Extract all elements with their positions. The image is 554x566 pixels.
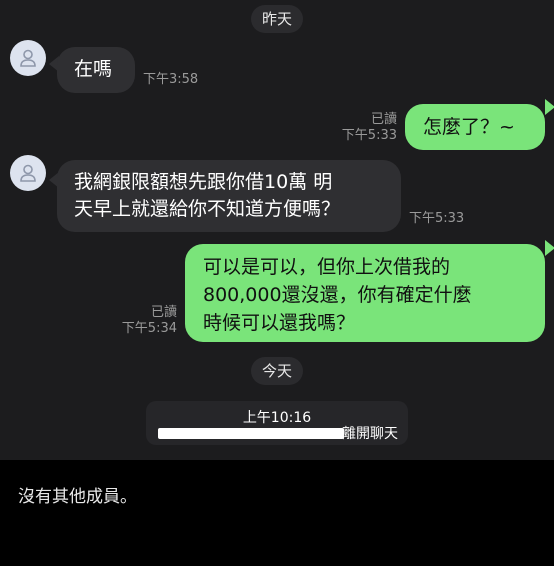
read-receipt: 已讀 bbox=[370, 112, 397, 127]
message-text-line: 可以是可以，但你上次借我的 bbox=[203, 256, 451, 278]
message-text: 在嗎 bbox=[74, 58, 113, 80]
avatar[interactable] bbox=[10, 40, 46, 76]
message-text-line: 時候可以還我嗎？ bbox=[203, 312, 356, 334]
system-notice: 上午10:16 離開聊天 bbox=[146, 401, 408, 445]
message-time: 下午5:34 bbox=[121, 321, 177, 336]
person-icon bbox=[20, 49, 36, 67]
message-time: 下午3:58 bbox=[143, 72, 199, 87]
message-text-line: 天早上就還給你不知道方便嗎？ bbox=[74, 198, 341, 220]
message-bubble-incoming[interactable]: 我網銀限額想先跟你借10萬 明 天早上就還給你不知道方便嗎？ bbox=[57, 160, 401, 232]
person-icon bbox=[20, 164, 36, 182]
chat-area: 昨天 在嗎 下午3:58 已讀 下午5:33 怎麼了？~ 我網銀限額想先跟你借1… bbox=[0, 0, 554, 460]
message-bubble-outgoing[interactable]: 可以是可以，但你上次借我的 800,000還沒還，你有確定什麼 時候可以還我嗎？ bbox=[185, 244, 545, 342]
footer-panel: 沒有其他成員。 bbox=[0, 460, 554, 566]
redacted-name bbox=[158, 428, 344, 439]
message-text: 怎麼了？~ bbox=[423, 116, 515, 138]
date-divider-yesterday: 昨天 bbox=[251, 5, 303, 33]
bubble-tail bbox=[545, 240, 554, 256]
message-bubble-outgoing[interactable]: 怎麼了？~ bbox=[405, 104, 545, 150]
read-receipt: 已讀 bbox=[150, 305, 177, 320]
date-divider-today: 今天 bbox=[251, 357, 303, 385]
bubble-tail bbox=[545, 99, 554, 115]
no-members-notice: 沒有其他成員。 bbox=[18, 487, 137, 507]
message-text-line: 800,000還沒還，你有確定什麼 bbox=[203, 284, 472, 306]
message-time: 下午5:33 bbox=[341, 128, 397, 143]
message-text-line: 我網銀限額想先跟你借10萬 明 bbox=[74, 171, 333, 193]
message-bubble-incoming[interactable]: 在嗎 bbox=[57, 47, 135, 93]
avatar[interactable] bbox=[10, 155, 46, 191]
system-notice-action: 離開聊天 bbox=[342, 426, 398, 442]
message-time: 下午5:33 bbox=[409, 211, 465, 226]
